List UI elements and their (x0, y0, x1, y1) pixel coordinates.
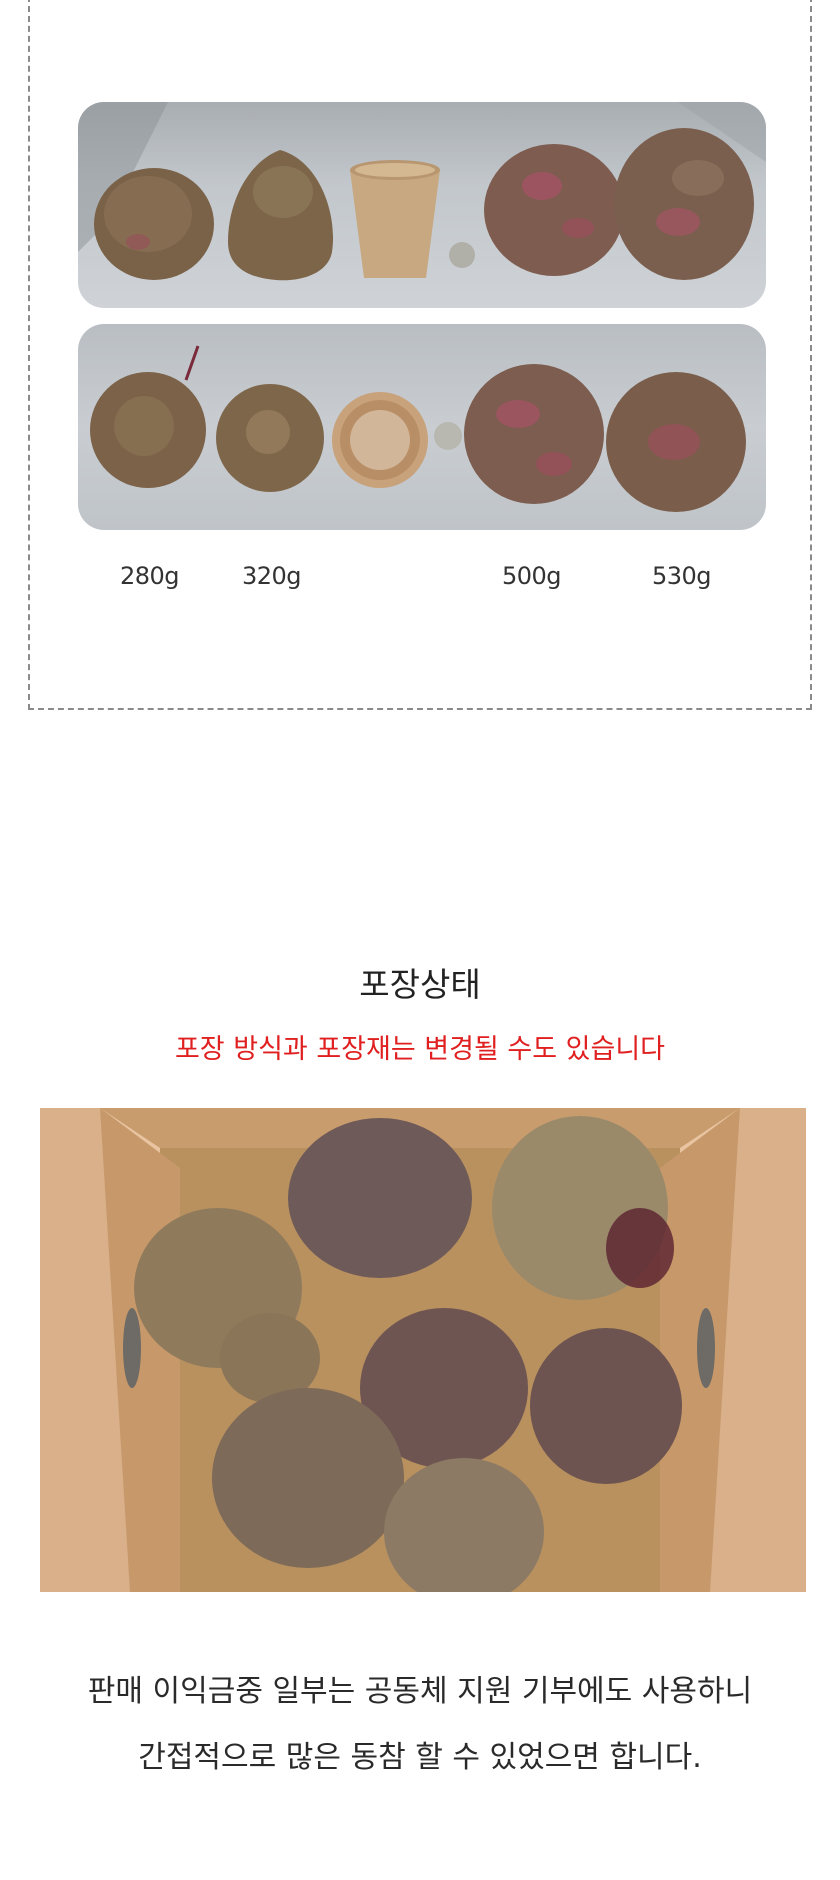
coin-top (434, 422, 462, 450)
beet-top-view-photo (78, 324, 766, 530)
beet-320g (228, 150, 334, 281)
beet-530g-top (606, 372, 746, 512)
paper-cup (350, 160, 440, 278)
weight-label-500g: 500g (502, 562, 562, 590)
weight-label-320g: 320g (242, 562, 302, 590)
beet-side-view-photo (78, 102, 766, 308)
beet-280g-top (90, 345, 206, 488)
coin (449, 242, 475, 268)
packaging-notice: 포장 방식과 포장재는 변경될 수도 있습니다 (174, 1034, 666, 1065)
beet-530g (614, 128, 754, 280)
beet-320g-top (216, 384, 324, 492)
weight-label-280g: 280g (120, 562, 180, 590)
paper-cup-top (332, 392, 428, 488)
weight-label-530g: 530g (652, 562, 712, 590)
beet-500g-top (464, 364, 604, 504)
footer-line-2: 간접적으로 많은 동참 할 수 있었으면 합니다. (138, 1740, 702, 1775)
packaged-box-photo (40, 1108, 806, 1592)
beet-500g (484, 144, 624, 276)
packaging-heading: 포장상태 (359, 965, 481, 1004)
footer-line-1: 판매 이익금중 일부는 공동체 지원 기부에도 사용하니 (87, 1674, 753, 1709)
beet-280g (94, 168, 214, 280)
